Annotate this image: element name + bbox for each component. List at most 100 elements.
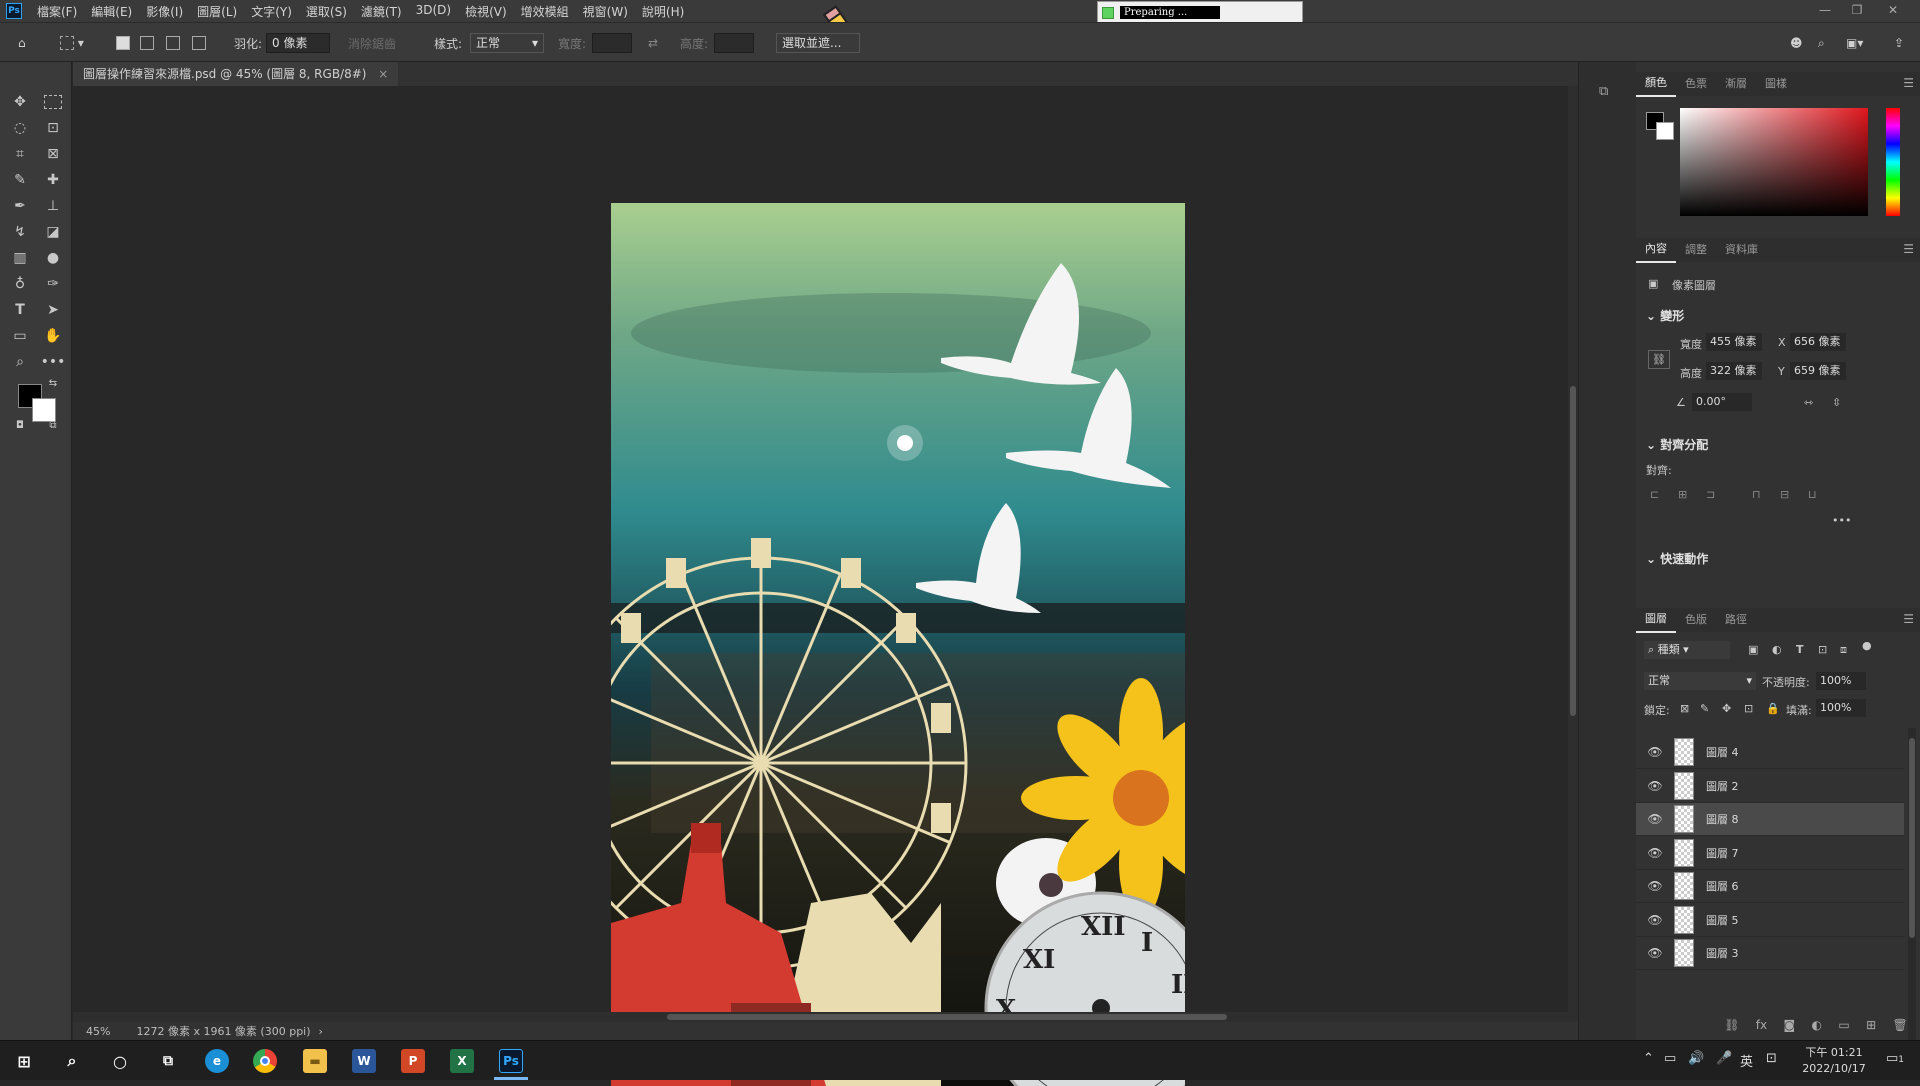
visibility-eye-icon[interactable]: 👁 bbox=[1646, 913, 1664, 927]
menu-item[interactable]: 文字(Y) bbox=[244, 3, 299, 20]
color-bg-swatch[interactable] bbox=[1656, 122, 1674, 140]
color-picker-field[interactable] bbox=[1680, 108, 1868, 216]
layer-filter-select[interactable]: ⌕ 種類 ▾ bbox=[1644, 641, 1730, 659]
adjustment-layer-icon[interactable]: ◐ bbox=[1812, 1018, 1822, 1038]
pen-tool-icon[interactable]: ✑ bbox=[40, 272, 66, 296]
align-section-title[interactable]: ⌄ 對齊分配 bbox=[1646, 436, 1708, 453]
horizontal-scroll-thumb[interactable] bbox=[667, 1014, 1227, 1020]
intersect-selection-icon[interactable] bbox=[192, 33, 206, 53]
height-input[interactable] bbox=[714, 33, 754, 53]
panel-tab[interactable]: 路徑 bbox=[1716, 608, 1756, 632]
angle-value[interactable]: 0.00° bbox=[1692, 393, 1752, 411]
taskbar-search-icon[interactable]: ⌕ bbox=[60, 1049, 84, 1073]
menu-item[interactable]: 濾鏡(T) bbox=[354, 3, 409, 20]
link-layers-icon[interactable]: ⛓ bbox=[1724, 1018, 1739, 1038]
history-panel-icon[interactable]: ⧉ bbox=[1599, 84, 1608, 99]
align-hcenter-icon[interactable]: ⊞ bbox=[1678, 488, 1687, 501]
status-more-icon[interactable]: › bbox=[319, 1025, 323, 1038]
network-icon[interactable]: ▭ bbox=[1664, 1051, 1676, 1066]
panel-tab[interactable]: 色版 bbox=[1676, 608, 1716, 632]
microphone-icon[interactable]: 🎤 bbox=[1716, 1051, 1732, 1066]
panel-tab[interactable]: 調整 bbox=[1676, 238, 1716, 262]
visibility-eye-icon[interactable]: 👁 bbox=[1646, 879, 1664, 893]
quick-actions-title[interactable]: ⌄ 快速動作 bbox=[1646, 550, 1708, 567]
ime-mode-icon[interactable]: ⊡ bbox=[1766, 1051, 1777, 1066]
photoshop-app-icon[interactable]: Ps bbox=[499, 1049, 523, 1073]
style-select[interactable]: 正常 ▾ bbox=[470, 33, 544, 53]
notifications-icon[interactable]: ▭1 bbox=[1886, 1051, 1904, 1066]
transform-section-title[interactable]: ⌄ 變形 bbox=[1646, 307, 1684, 324]
visibility-eye-icon[interactable]: 👁 bbox=[1646, 846, 1664, 860]
object-select-icon[interactable]: ⊡ bbox=[40, 116, 66, 140]
hand-tool-icon[interactable]: ✋ bbox=[40, 324, 66, 348]
align-top-icon[interactable]: ⊓ bbox=[1752, 488, 1761, 501]
quick-mask-icon[interactable]: ◘ bbox=[7, 414, 33, 438]
new-selection-icon[interactable] bbox=[116, 33, 130, 53]
share-user-icon[interactable]: ☻ bbox=[1790, 33, 1803, 53]
tray-chevron-icon[interactable]: ⌃ bbox=[1643, 1051, 1654, 1066]
chrome-browser-icon[interactable] bbox=[253, 1049, 277, 1073]
search-icon[interactable]: ⌕ bbox=[1818, 33, 1825, 53]
panel-tab[interactable]: 內容 bbox=[1636, 237, 1676, 263]
volume-icon[interactable]: 🔊 bbox=[1688, 1051, 1704, 1066]
word-app-icon[interactable]: W bbox=[352, 1049, 376, 1073]
menu-item[interactable]: 檔案(F) bbox=[30, 3, 84, 20]
restore-icon[interactable]: ❐ bbox=[1850, 3, 1864, 17]
lock-transparent-icon[interactable]: ⊠ bbox=[1680, 702, 1689, 715]
close-window-icon[interactable]: ✕ bbox=[1886, 3, 1900, 17]
ime-indicator[interactable]: 英 bbox=[1740, 1051, 1753, 1070]
align-left-icon[interactable]: ⊏ bbox=[1650, 488, 1659, 501]
layer-row[interactable]: 👁 圖層 7 bbox=[1636, 837, 1904, 870]
menu-item[interactable]: 增效模組 bbox=[514, 3, 576, 20]
width-value[interactable]: 455 像素 bbox=[1706, 333, 1762, 351]
swap-colors-icon[interactable]: ⇆ bbox=[40, 372, 66, 396]
document-tab[interactable]: 圖層操作練習來源檔.psd @ 45% (圖層 8, RGB/8#) × bbox=[73, 62, 399, 86]
canvas-work-area[interactable]: XII XI X IX I II bbox=[73, 86, 1578, 1086]
file-explorer-icon[interactable]: ▬ bbox=[303, 1049, 327, 1073]
dodge-tool-icon[interactable]: ♁ bbox=[7, 272, 33, 296]
visibility-eye-icon[interactable]: 👁 bbox=[1646, 745, 1664, 759]
align-bottom-icon[interactable]: ⊔ bbox=[1808, 488, 1817, 501]
layer-row[interactable]: 👁 圖層 3 bbox=[1636, 937, 1904, 970]
move-tool-icon[interactable]: ✥ bbox=[7, 90, 33, 114]
filter-pixel-icon[interactable]: ▣ bbox=[1748, 643, 1758, 656]
feather-input[interactable]: 0 像素 bbox=[266, 33, 330, 53]
panel-tab[interactable]: 漸層 bbox=[1716, 72, 1756, 96]
fill-value[interactable]: 100% bbox=[1816, 699, 1866, 717]
panel-tab[interactable]: 顏色 bbox=[1636, 71, 1676, 97]
menu-item[interactable]: 3D(D) bbox=[409, 3, 458, 20]
new-group-icon[interactable]: ▭ bbox=[1838, 1018, 1849, 1038]
screen-mode-icon[interactable]: ⧉ bbox=[40, 414, 66, 438]
task-view-icon[interactable]: ⧉ bbox=[156, 1049, 180, 1073]
hue-slider[interactable] bbox=[1886, 108, 1900, 216]
filter-smart-icon[interactable]: ⧈ bbox=[1840, 643, 1847, 657]
lock-pixels-icon[interactable]: ✎ bbox=[1700, 702, 1709, 715]
blur-tool-icon[interactable]: ● bbox=[40, 246, 66, 270]
link-icon[interactable]: ⛓ bbox=[1648, 350, 1670, 369]
swap-icon[interactable]: ⇄ bbox=[648, 33, 658, 53]
panel-tab[interactable]: 色票 bbox=[1676, 72, 1716, 96]
blend-mode-select[interactable]: 正常 ▾ bbox=[1644, 672, 1756, 690]
stamp-tool-icon[interactable]: ⊥ bbox=[40, 194, 66, 218]
layer-row[interactable]: 👁 圖層 2 bbox=[1636, 770, 1904, 803]
delete-layer-icon[interactable]: 🗑 bbox=[1893, 1018, 1908, 1038]
visibility-eye-icon[interactable]: 👁 bbox=[1646, 812, 1664, 826]
layer-row[interactable]: 👁 圖層 5 bbox=[1636, 904, 1904, 937]
menu-item[interactable]: 檢視(V) bbox=[458, 3, 514, 20]
height-value[interactable]: 322 像素 bbox=[1706, 362, 1762, 380]
windows-start-icon[interactable]: ⊞ bbox=[12, 1049, 36, 1073]
more-tools-icon[interactable]: ••• bbox=[40, 350, 66, 374]
filter-toggle-icon[interactable]: ● bbox=[1862, 639, 1872, 652]
filter-type-icon[interactable]: T bbox=[1796, 643, 1804, 656]
history-brush-icon[interactable]: ↯ bbox=[7, 220, 33, 244]
subtract-selection-icon[interactable] bbox=[166, 33, 180, 53]
minimize-icon[interactable]: — bbox=[1818, 3, 1832, 17]
powerpoint-app-icon[interactable]: P bbox=[401, 1049, 425, 1073]
align-right-icon[interactable]: ⊐ bbox=[1706, 488, 1715, 501]
layer-row[interactable]: 👁 圖層 8 bbox=[1636, 803, 1904, 836]
home-icon[interactable]: ⌂ bbox=[18, 33, 26, 53]
visibility-eye-icon[interactable]: 👁 bbox=[1646, 779, 1664, 793]
lock-artboard-icon[interactable]: ⊡ bbox=[1744, 702, 1753, 715]
rectangle-tool-icon[interactable]: ▭ bbox=[7, 324, 33, 348]
gradient-tool-icon[interactable]: ▥ bbox=[7, 246, 33, 270]
